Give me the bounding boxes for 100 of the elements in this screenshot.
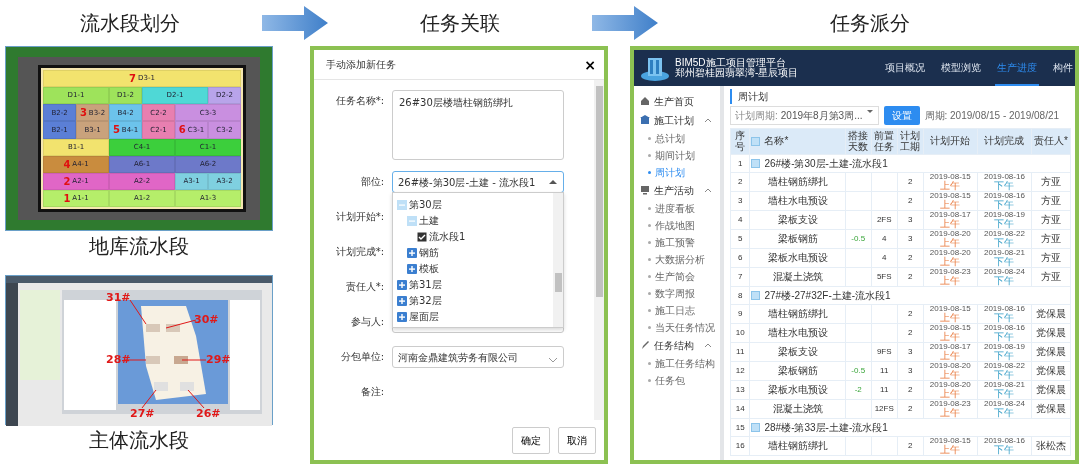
- half-day-text: 下午: [993, 351, 1016, 361]
- sidebar-subitem[interactable]: 施工日志: [640, 302, 720, 318]
- date-text: 2019-08-24: [982, 400, 1026, 408]
- half-day-text: 上午: [939, 389, 962, 399]
- sidebar-subitem[interactable]: 总计划: [640, 130, 720, 146]
- table-cell: 党保晨: [1031, 361, 1071, 381]
- table-cell: 4: [730, 210, 750, 230]
- sidebar-item[interactable]: 任务结构: [654, 337, 694, 353]
- step-title: 流水段划分: [80, 10, 180, 37]
- column-header: 计划完成: [977, 128, 1032, 155]
- table-cell: 12: [730, 361, 750, 381]
- date-text: 2019-08-17: [928, 343, 972, 351]
- table-cell: 15: [730, 418, 750, 437]
- column-header: 名称*: [764, 135, 789, 147]
- half-day-text: 上午: [939, 313, 962, 323]
- table-cell: 梁板水电预设: [750, 380, 846, 400]
- dialog-button[interactable]: 取消: [558, 426, 596, 454]
- half-day-text: 下午: [993, 389, 1016, 399]
- table-cell: 10: [730, 323, 750, 343]
- dialog-button[interactable]: 确定: [512, 426, 550, 454]
- field-label: 备注:: [359, 385, 385, 399]
- sidebar-subitem[interactable]: 施工预警: [640, 234, 720, 250]
- field-label: 计划完成*:: [334, 245, 385, 259]
- field-label: 任务名称*:: [334, 94, 385, 108]
- column-header: 前置任务: [871, 128, 898, 155]
- sidebar-subitem[interactable]: 周计划: [640, 164, 720, 180]
- table-cell: 1: [730, 154, 750, 173]
- sidebar-item[interactable]: 施工计划: [654, 112, 694, 128]
- sidebar-subitem[interactable]: 期间计划: [640, 147, 720, 163]
- table-cell: 3: [897, 210, 924, 230]
- table-cell: 方亚: [1031, 210, 1071, 230]
- brand-text: BIM5D施工项目管理平台: [675, 57, 786, 68]
- half-day-text: 上午: [939, 181, 962, 191]
- table-cell: 党保晨: [1031, 342, 1071, 362]
- table-cell: 张松杰: [1031, 436, 1071, 456]
- table-cell: 2: [897, 191, 924, 211]
- half-day-text: 下午: [993, 238, 1016, 248]
- caption: 地库流水段: [88, 233, 190, 260]
- step-title: 任务派分: [830, 10, 910, 37]
- tree-item[interactable]: 模板: [419, 261, 439, 276]
- half-day-text: 上午: [939, 238, 962, 248]
- half-day-text: 上午: [939, 276, 962, 286]
- tree-item[interactable]: 屋面层: [409, 309, 439, 324]
- tree-item[interactable]: 第32层: [409, 293, 442, 308]
- table-cell: 梁板支设: [750, 210, 846, 230]
- sidebar-subitem[interactable]: 施工任务结构: [640, 355, 720, 371]
- sidebar-subitem[interactable]: 进度看板: [640, 200, 720, 216]
- half-day-text: 上午: [939, 257, 962, 267]
- sidebar-subitem[interactable]: 作战地图: [640, 217, 720, 233]
- period-select[interactable]: 计划周期: 2019年8月第3周...: [730, 106, 879, 125]
- table-cell: 党保晨: [1031, 323, 1071, 343]
- nav-tab[interactable]: 项目概况: [883, 50, 927, 86]
- nav-tab[interactable]: 构件: [1051, 50, 1075, 86]
- group-name: 28#楼-第33层-土建-流水段1: [764, 421, 888, 433]
- date-text: 2019-08-16: [982, 192, 1026, 200]
- table-cell: 2FS: [871, 210, 898, 230]
- nav-tab[interactable]: 模型浏览: [939, 50, 983, 86]
- date-text: 2019-08-15: [928, 173, 972, 181]
- zone-number: 5: [112, 123, 120, 138]
- table-cell: 2: [897, 267, 924, 287]
- table-cell: 方亚: [1031, 248, 1071, 268]
- table-cell: -2: [845, 380, 872, 400]
- date-text: 2019-08-15: [928, 192, 972, 200]
- column-header: 计划开始: [923, 128, 978, 155]
- sidebar-subitem[interactable]: 任务包: [640, 372, 720, 388]
- table-cell: 方亚: [1031, 267, 1071, 287]
- tree-item[interactable]: 第30层: [409, 197, 442, 212]
- table-cell: 11: [730, 342, 750, 362]
- close-button[interactable]: ×: [584, 57, 596, 72]
- zone-number: 6: [178, 123, 186, 138]
- task-name-field[interactable]: 26#30层楼墙柱钢筋绑扎: [392, 90, 564, 160]
- sidebar-subitem[interactable]: 数字周报: [640, 285, 720, 301]
- brand-text: 郑州碧桂园翡翠湾-星辰项目: [675, 68, 799, 79]
- column-header: 计划工期: [897, 128, 924, 155]
- date-text: 2019-08-16: [982, 173, 1026, 181]
- sidebar-subitem[interactable]: 大数据分析: [640, 251, 720, 267]
- sidebar-subitem[interactable]: 当天任务情况: [640, 319, 720, 335]
- table-cell: -0.5: [845, 361, 872, 381]
- column-header: 序号: [730, 128, 750, 155]
- table-cell: 墙柱钢筋绑扎: [750, 436, 846, 456]
- table-cell: 6: [730, 248, 750, 268]
- sidebar-item[interactable]: 生产活动: [654, 182, 694, 198]
- table-cell: 2: [897, 436, 924, 456]
- table-cell: 梁板钢筋: [750, 361, 846, 381]
- field-label: 部位:: [359, 175, 385, 189]
- dialog-title: 手动添加新任务: [326, 58, 396, 72]
- tree-item[interactable]: 土建: [419, 213, 439, 228]
- date-text: 2019-08-19: [982, 211, 1026, 219]
- tree-item[interactable]: 第31层: [409, 277, 442, 292]
- select-field[interactable]: 河南金鼎建筑劳务有限公司: [392, 346, 564, 368]
- tree-item[interactable]: 钢筋: [419, 245, 439, 260]
- sidebar-subitem[interactable]: 生产简会: [640, 268, 720, 284]
- table-cell: 党保晨: [1031, 380, 1071, 400]
- tree-item[interactable]: 流水段1: [429, 229, 466, 244]
- column-header: 搭接天数: [845, 128, 872, 155]
- table-cell: 方亚: [1031, 172, 1071, 192]
- sidebar-item[interactable]: 生产首页: [654, 93, 694, 109]
- table-cell: 墙柱水电预设: [750, 191, 846, 211]
- date-text: 2019-08-22: [982, 230, 1026, 238]
- table-cell: 8: [730, 286, 750, 305]
